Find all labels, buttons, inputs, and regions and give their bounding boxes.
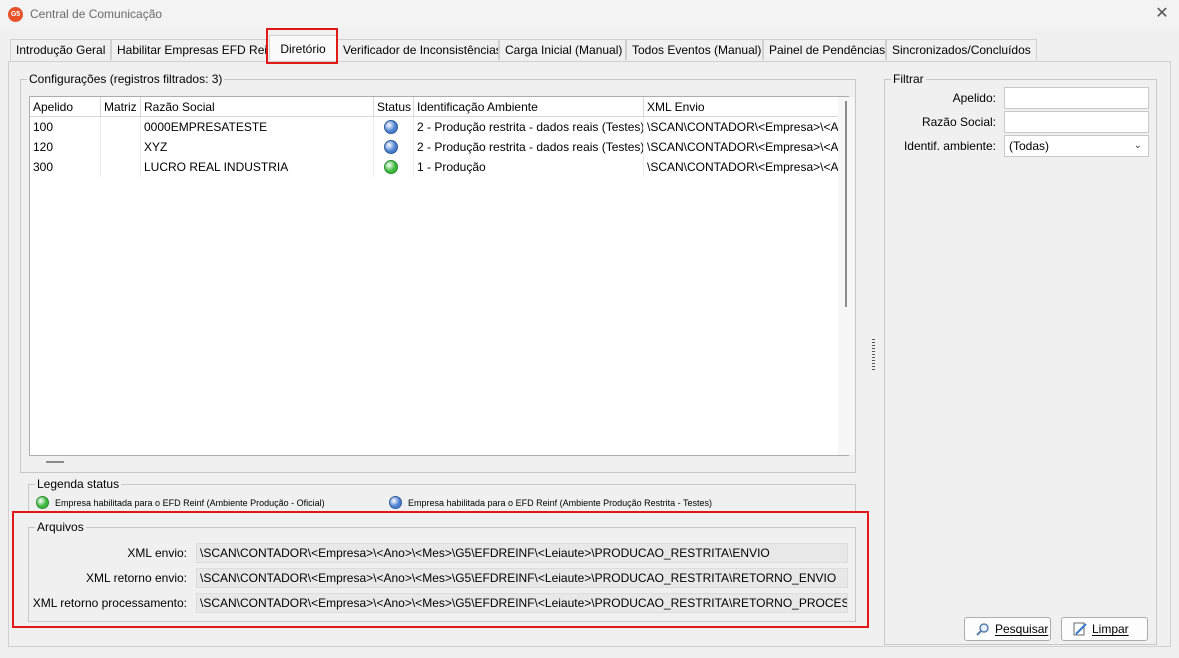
filtrar-group: Filtrar: [884, 72, 1157, 645]
title-bar: G5 Central de Comunicação ✕: [0, 0, 1179, 30]
legenda-title: Legenda status: [35, 477, 122, 491]
col-status[interactable]: Status: [374, 97, 414, 117]
cell-xml-envio: \SCAN\CONTADOR\<Empresa>\<A: [647, 140, 839, 154]
limpar-label: Limpar: [1092, 622, 1129, 636]
cell-apelido: 120: [30, 137, 101, 157]
grid-scroll-thumb[interactable]: [845, 101, 847, 307]
col-apelido[interactable]: Apelido: [30, 97, 101, 117]
eraser-icon: [1073, 622, 1087, 636]
arquivos-highlight-box: [12, 511, 869, 628]
table-row[interactable]: 300 LUCRO REAL INDUSTRIA 1 - Produção \S…: [30, 157, 848, 177]
apelido-input[interactable]: [1004, 87, 1149, 109]
grid-horizontal-scroll-thumb[interactable]: [46, 461, 64, 463]
cell-razao-social: XYZ: [141, 137, 374, 157]
tab-carga-inicial[interactable]: Carga Inicial (Manual): [499, 39, 626, 60]
status-blue-icon: [384, 120, 398, 134]
grid-header: Apelido Matriz Razão Social Status Ident…: [30, 97, 848, 117]
cell-status: [374, 137, 414, 157]
cell-ambiente: 1 - Produção: [414, 157, 644, 177]
identif-ambiente-label: Identif. ambiente:: [903, 139, 996, 153]
tab-verificador[interactable]: Verificador de Inconsistências: [337, 39, 499, 60]
cell-matriz: [101, 117, 141, 137]
legend-label: Empresa habilitada para o EFD Reinf (Amb…: [55, 498, 325, 508]
tab-sincronizados[interactable]: Sincronizados/Concluídos: [886, 39, 1037, 60]
configuracoes-title: Configurações (registros filtrados: 3): [27, 72, 225, 86]
cell-apelido: 100: [30, 117, 101, 137]
tab-todos-eventos[interactable]: Todos Eventos (Manual): [626, 39, 763, 60]
cell-apelido: 300: [30, 157, 101, 177]
status-green-icon: [36, 496, 49, 509]
cell-razao-social: 0000EMPRESATESTE: [141, 117, 374, 137]
cell-status: [374, 157, 414, 177]
cell-matriz: [101, 157, 141, 177]
window-title: Central de Comunicação: [30, 7, 163, 21]
status-blue-icon: [384, 140, 398, 154]
table-row[interactable]: 120 XYZ 2 - Produção restrita - dados re…: [30, 137, 848, 157]
col-razao-social[interactable]: Razão Social: [141, 97, 374, 117]
apelido-label: Apelido:: [952, 91, 996, 105]
tab-painel-pendencias[interactable]: Painel de Pendências: [763, 39, 886, 60]
razao-social-label: Razão Social:: [921, 115, 996, 129]
identif-ambiente-select[interactable]: (Todas) ⌄: [1004, 135, 1149, 157]
panel-splitter[interactable]: [872, 339, 875, 371]
col-xml-envio[interactable]: XML Envio: [644, 97, 848, 117]
cell-status: [374, 117, 414, 137]
pesquisar-button[interactable]: Pesquisar: [964, 617, 1051, 641]
cell-xml-envio: \SCAN\CONTADOR\<Empresa>\<A: [647, 120, 839, 134]
table-row[interactable]: 100 0000EMPRESATESTE 2 - Produção restri…: [30, 117, 848, 137]
filtrar-title: Filtrar: [891, 72, 926, 86]
cell-xml-envio: \SCAN\CONTADOR\<Empresa>\<A: [647, 160, 839, 174]
col-identificacao-ambiente[interactable]: Identificação Ambiente: [414, 97, 644, 117]
razao-social-input[interactable]: [1004, 111, 1149, 133]
search-icon: [976, 623, 989, 636]
identif-ambiente-value: (Todas): [1009, 139, 1050, 153]
configuracoes-grid[interactable]: Apelido Matriz Razão Social Status Ident…: [29, 96, 849, 456]
limpar-button[interactable]: Limpar: [1061, 617, 1148, 641]
cell-ambiente: 2 - Produção restrita - dados reais (Tes…: [414, 117, 644, 137]
tab-highlight-box: [266, 28, 338, 64]
cell-razao-social: LUCRO REAL INDUSTRIA: [141, 157, 374, 177]
status-blue-icon: [389, 496, 402, 509]
legend-label: Empresa habilitada para o EFD Reinf (Amb…: [408, 498, 712, 508]
chevron-down-icon: ⌄: [1133, 140, 1142, 151]
status-green-icon: [384, 160, 398, 174]
close-button[interactable]: ✕: [1148, 4, 1176, 24]
cell-matriz: [101, 137, 141, 157]
col-matriz[interactable]: Matriz: [101, 97, 141, 117]
pesquisar-label: Pesquisar: [995, 622, 1049, 636]
grid-vertical-scrollbar[interactable]: [838, 97, 854, 455]
app-logo-icon: G5: [8, 7, 23, 22]
cell-ambiente: 2 - Produção restrita - dados reais (Tes…: [414, 137, 644, 157]
tab-habilitar-empresas[interactable]: Habilitar Empresas EFD Reinf: [111, 39, 267, 60]
tab-introducao-geral[interactable]: Introdução Geral: [10, 39, 111, 60]
